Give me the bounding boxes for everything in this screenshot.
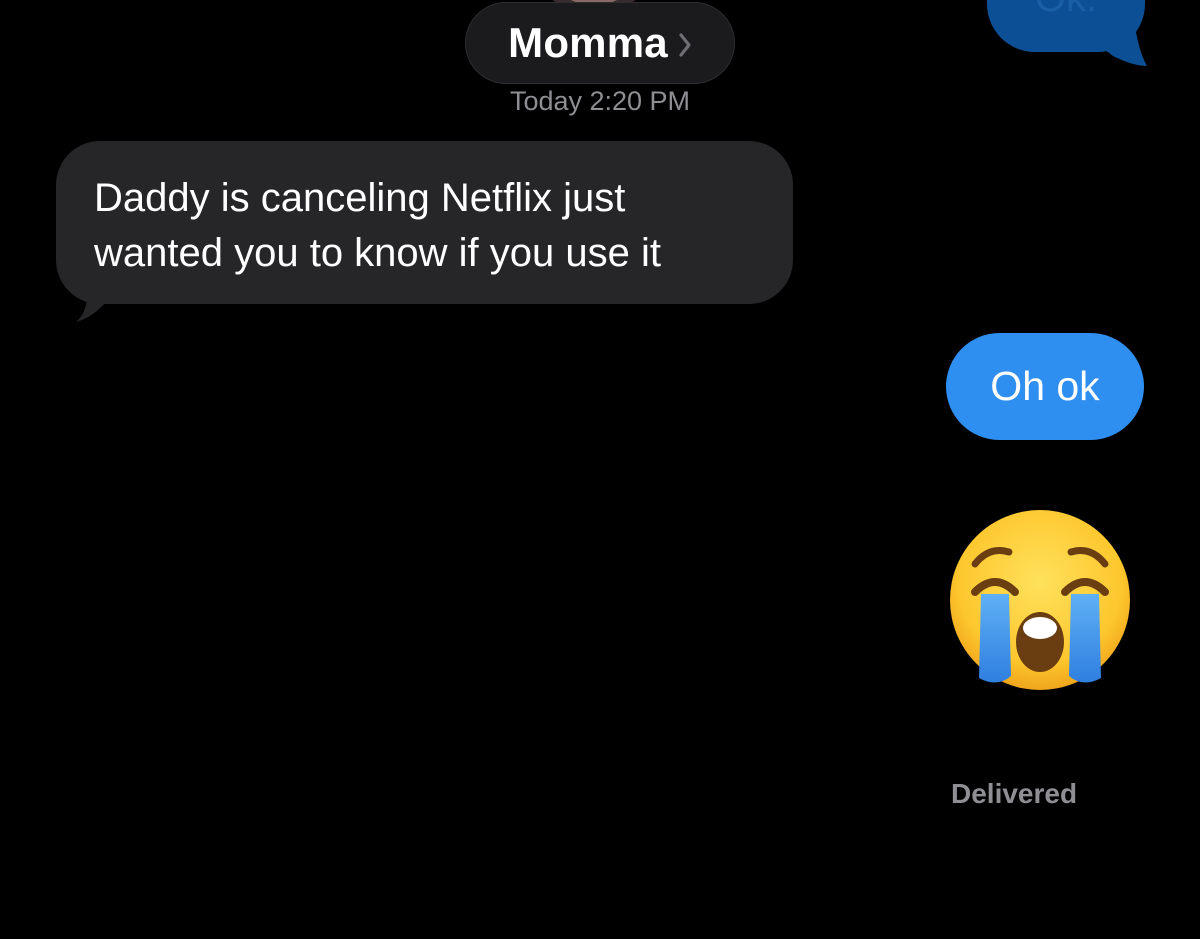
outgoing-message-bubble[interactable]: Oh ok: [946, 333, 1144, 440]
messages-screen: Ok. Momma Today 2:20 PM Daddy is canceli…: [0, 0, 1200, 939]
outgoing-message-text: Oh ok: [990, 363, 1100, 409]
delivered-status: Delivered: [951, 778, 1078, 809]
contact-name-button[interactable]: Momma: [465, 2, 735, 84]
incoming-message-line: Daddy is canceling Netflix just: [94, 176, 626, 220]
previous-outgoing-text: Ok.: [987, 0, 1145, 21]
contact-name: Momma: [508, 19, 668, 66]
bubble-tail-icon: [1095, 26, 1147, 66]
incoming-message-bubble[interactable]: Daddy is canceling Netflix just wanted y…: [56, 141, 793, 304]
loudly-crying-face-icon[interactable]: [945, 506, 1135, 696]
incoming-message-line: wanted you to know if you use it: [94, 231, 661, 275]
message-timestamp: Today 2:20 PM: [509, 86, 691, 116]
chevron-right-icon: [679, 33, 691, 57]
